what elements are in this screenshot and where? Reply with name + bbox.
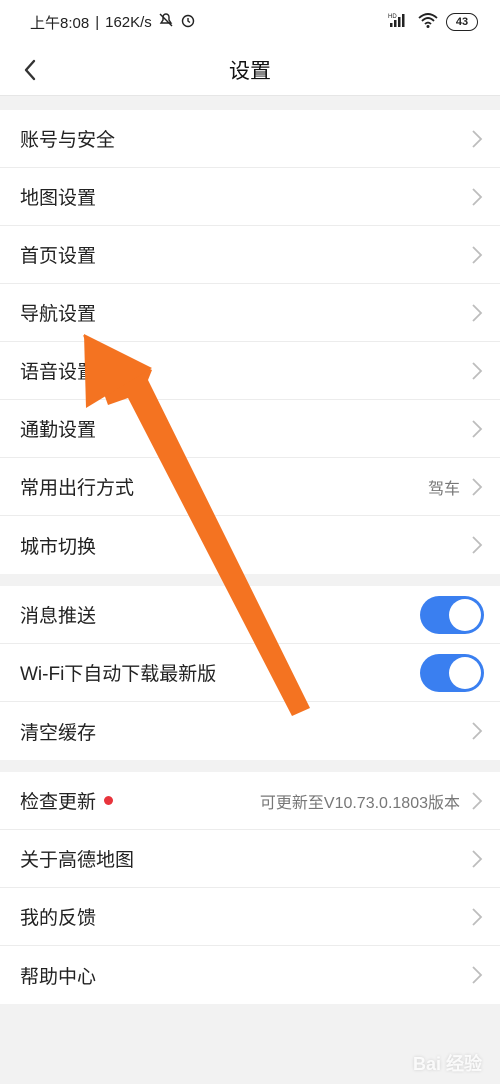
battery-indicator: 43 (446, 13, 478, 31)
row-label: 语音设置 (20, 362, 97, 383)
row-travel-mode[interactable]: 常用出行方式 驾车 (0, 458, 500, 516)
chevron-right-icon (470, 360, 484, 382)
row-voice-settings[interactable]: 语音设置 (0, 342, 500, 400)
chevron-right-icon (470, 720, 484, 742)
row-wifi-auto-download: Wi-Fi下自动下载最新版 (0, 644, 500, 702)
row-value: 驾车 (427, 480, 460, 498)
back-arrow-icon (24, 59, 36, 81)
toggle-knob (449, 598, 481, 631)
wifi-download-toggle[interactable] (420, 653, 484, 692)
status-time: 上午8:08 (30, 14, 90, 32)
row-label: 我的反馈 (20, 908, 97, 929)
alarm-icon (180, 12, 196, 32)
wifi-icon (418, 12, 438, 32)
update-badge-dot (104, 796, 114, 805)
row-label: 通勤设置 (20, 420, 97, 441)
signal-icon: HD (388, 12, 410, 32)
watermark: Bai 经验 (412, 1054, 482, 1074)
settings-group-download: 消息推送 Wi-Fi下自动下载最新版 清空缓存 (0, 586, 500, 760)
row-push-notifications: 消息推送 (0, 586, 500, 644)
chevron-right-icon (470, 964, 484, 986)
row-label: 地图设置 (20, 188, 97, 209)
row-label: 常用出行方式 (20, 478, 135, 499)
status-divider: | (95, 13, 100, 31)
chevron-right-icon (470, 302, 484, 324)
row-label: 帮助中心 (20, 966, 97, 988)
chevron-right-icon (470, 186, 484, 208)
chevron-right-icon (470, 128, 484, 150)
settings-group-about: 检查更新 可更新至V10.73.0.1803版本 关于高德地图 我的反馈 帮助中… (0, 772, 500, 1004)
row-label: 城市切换 (20, 536, 97, 558)
row-label: 导航设置 (20, 304, 97, 325)
row-label: 首页设置 (20, 246, 97, 267)
row-feedback[interactable]: 我的反馈 (0, 888, 500, 946)
chevron-right-icon (470, 906, 484, 928)
row-label: 账号与安全 (20, 130, 116, 151)
chevron-right-icon (470, 790, 484, 812)
chevron-right-icon (470, 476, 484, 498)
chevron-right-icon (470, 244, 484, 266)
chevron-right-icon (470, 848, 484, 870)
row-label: Wi-Fi下自动下载最新版 (20, 664, 217, 685)
mute-icon (158, 12, 174, 32)
row-about[interactable]: 关于高德地图 (0, 830, 500, 888)
row-account-security[interactable]: 账号与安全 (0, 110, 500, 168)
row-navigation-settings[interactable]: 导航设置 (0, 284, 500, 342)
row-commute-settings[interactable]: 通勤设置 (0, 400, 500, 458)
title-bar: 设置 (0, 44, 500, 96)
row-home-settings[interactable]: 首页设置 (0, 226, 500, 284)
toggle-knob (449, 656, 481, 689)
row-label-text: 检查更新 (20, 792, 97, 813)
row-check-update[interactable]: 检查更新 可更新至V10.73.0.1803版本 (0, 772, 500, 830)
settings-group-general: 账号与安全 地图设置 首页设置 导航设置 语音设置 通勤设置 常用出行方式 驾车… (0, 110, 500, 574)
back-button[interactable] (12, 52, 48, 88)
chevron-right-icon (470, 418, 484, 440)
row-value: 可更新至V10.73.0.1803版本 (259, 794, 460, 812)
push-toggle[interactable] (420, 595, 484, 634)
page-title: 设置 (229, 59, 271, 83)
chevron-right-icon (470, 534, 484, 556)
row-city-switch[interactable]: 城市切换 (0, 516, 500, 574)
row-label: 关于高德地图 (20, 850, 135, 871)
row-map-settings[interactable]: 地图设置 (0, 168, 500, 226)
status-bar: 上午8:08 | 162K/s HD 43 (0, 0, 500, 44)
row-clear-cache[interactable]: 清空缓存 (0, 702, 500, 760)
row-help-center[interactable]: 帮助中心 (0, 946, 500, 1004)
row-label: 清空缓存 (20, 722, 97, 744)
svg-text:HD: HD (388, 14, 397, 20)
row-label: 检查更新 (20, 787, 260, 814)
status-speed: 162K/s (105, 13, 152, 31)
row-label: 消息推送 (20, 606, 97, 627)
